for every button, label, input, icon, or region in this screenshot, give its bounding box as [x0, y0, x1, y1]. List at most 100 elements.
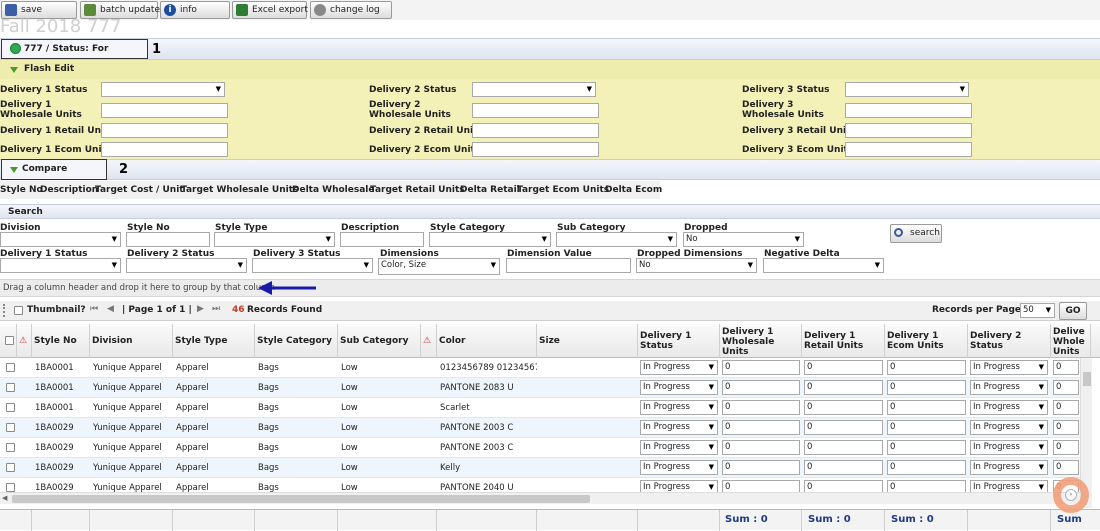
search-d2-status-select[interactable]: [126, 258, 247, 273]
cell-d2-status-select[interactable]: In Progress: [970, 440, 1048, 455]
color-alert-col[interactable]: ⚠: [421, 324, 437, 358]
search-style-type-select[interactable]: [214, 232, 335, 247]
status-header[interactable]: 777 / Status: For Review: [1, 39, 148, 72]
cell-d2-status-select[interactable]: In Progress: [970, 420, 1048, 435]
records-per-page-select[interactable]: 50: [1020, 303, 1055, 318]
cell-d1-status-select[interactable]: In Progress: [640, 360, 718, 375]
compare-col[interactable]: Style No: [0, 181, 43, 199]
cell-d1-wholesale-input[interactable]: 0: [722, 400, 800, 415]
horizontal-scrollbar[interactable]: ◀: [0, 492, 1080, 504]
cell-d2-wholesale-input[interactable]: 0: [1053, 360, 1079, 375]
col-d1-retail[interactable]: Delivery 1 Retail Units: [802, 324, 885, 358]
flash-d1-status-select[interactable]: [101, 82, 225, 97]
cell-d1-retail-input[interactable]: 0: [804, 420, 883, 435]
col-d2-wholesale[interactable]: Delive Whole Units: [1051, 324, 1091, 358]
compare-col[interactable]: Target Cost / Unit: [95, 181, 184, 199]
flash-d1-ecom-input[interactable]: [101, 142, 228, 157]
cell-d1-ecom-input[interactable]: 0: [887, 400, 966, 415]
select-all-checkbox[interactable]: [5, 336, 14, 345]
flash-d3-wholesale-input[interactable]: [845, 103, 972, 118]
cell-d1-retail-input[interactable]: 0: [804, 400, 883, 415]
row-checkbox[interactable]: [6, 363, 15, 372]
cell-d2-status-select[interactable]: In Progress: [970, 400, 1048, 415]
cell-d2-status-select[interactable]: In Progress: [970, 380, 1048, 395]
cell-d2-wholesale-input[interactable]: 0: [1053, 420, 1079, 435]
row-checkbox[interactable]: [6, 403, 15, 412]
flash-d2-ecom-input[interactable]: [472, 142, 599, 157]
cell-d1-ecom-input[interactable]: 0: [887, 440, 966, 455]
table-row[interactable]: 1BA0001 Yunique Apparel Apparel Bags Low Scar…: [0, 398, 1080, 418]
vertical-scroll-thumb[interactable]: [1083, 372, 1091, 386]
col-style-category[interactable]: Style Category: [255, 324, 338, 358]
cell-d1-wholesale-input[interactable]: 0: [722, 360, 800, 375]
table-row[interactable]: 1BA0029 Yunique Apparel Apparel Bags Low Kell…: [0, 458, 1080, 478]
change-log-button[interactable]: change log: [310, 1, 392, 19]
row-checkbox[interactable]: [6, 383, 15, 392]
search-dimension-value-input[interactable]: [506, 258, 631, 273]
cell-d1-ecom-input[interactable]: 0: [887, 420, 966, 435]
flash-d2-retail-input[interactable]: [472, 123, 599, 138]
flash-edit-header[interactable]: Flash Edit: [0, 60, 1100, 79]
cell-d2-status-select[interactable]: In Progress: [970, 360, 1048, 375]
drag-handle-icon[interactable]: [3, 304, 7, 317]
flash-d2-wholesale-input[interactable]: [472, 103, 599, 118]
table-row[interactable]: 1BA0001 Yunique Apparel Apparel Bags Low 0123…: [0, 358, 1080, 378]
info-button[interactable]: i info: [160, 1, 230, 19]
row-checkbox[interactable]: [6, 463, 15, 472]
flash-d3-ecom-input[interactable]: [845, 142, 972, 157]
cell-d2-wholesale-input[interactable]: 0: [1053, 400, 1079, 415]
cell-d2-wholesale-input[interactable]: 0: [1053, 460, 1079, 475]
search-dropped-dimensions-select[interactable]: No: [636, 258, 757, 273]
search-negative-delta-select[interactable]: [763, 258, 884, 273]
cell-d1-retail-input[interactable]: 0: [804, 360, 883, 375]
cell-d2-wholesale-input[interactable]: 0: [1053, 380, 1079, 395]
table-row[interactable]: 1BA0029 Yunique Apparel Apparel Bags Low PANT…: [0, 438, 1080, 458]
cell-d1-ecom-input[interactable]: 0: [887, 460, 966, 475]
excel-export-button[interactable]: Excel export: [232, 1, 308, 19]
flash-d1-wholesale-input[interactable]: [101, 103, 228, 118]
flash-d3-retail-input[interactable]: [845, 123, 972, 138]
group-drop-zone[interactable]: Drag a column header and drop it here to…: [0, 279, 1100, 297]
col-d2-status[interactable]: Delivery 2 Status: [968, 324, 1051, 358]
cell-d2-wholesale-input[interactable]: 0: [1053, 440, 1079, 455]
compare-col[interactable]: Description: [40, 181, 98, 199]
table-row[interactable]: 1BA0029 Yunique Apparel Apparel Bags Low PANT…: [0, 418, 1080, 438]
search-division-select[interactable]: [0, 232, 121, 247]
cell-d2-status-select[interactable]: In Progress: [970, 460, 1048, 475]
row-checkbox[interactable]: [6, 483, 15, 492]
col-sub-category[interactable]: Sub Category: [338, 324, 421, 358]
cell-d1-retail-input[interactable]: 0: [804, 440, 883, 455]
search-d3-status-select[interactable]: [252, 258, 373, 273]
last-page-icon[interactable]: ⏭: [212, 304, 220, 314]
next-page-icon[interactable]: ▶: [197, 304, 204, 314]
table-row[interactable]: 1BA0001 Yunique Apparel Apparel Bags Low PANT…: [0, 378, 1080, 398]
row-checkbox[interactable]: [6, 443, 15, 452]
cell-d1-ecom-input[interactable]: 0: [887, 360, 966, 375]
cell-d1-wholesale-input[interactable]: 0: [722, 420, 800, 435]
col-size[interactable]: Size: [537, 324, 638, 358]
search-style-no-input[interactable]: [126, 232, 210, 247]
col-d1-status[interactable]: Delivery 1 Status: [638, 324, 720, 358]
search-style-category-select[interactable]: [429, 232, 551, 247]
cell-d1-wholesale-input[interactable]: 0: [722, 380, 800, 395]
compare-col[interactable]: Delta Ecom: [605, 181, 662, 199]
search-description-input[interactable]: [340, 232, 424, 247]
cell-d1-status-select[interactable]: In Progress: [640, 380, 718, 395]
cell-d1-status-select[interactable]: In Progress: [640, 400, 718, 415]
horizontal-scroll-thumb[interactable]: [12, 495, 590, 503]
thumbnail-checkbox[interactable]: [14, 306, 23, 315]
compare-col[interactable]: Target Retail Units: [370, 181, 465, 199]
compare-col[interactable]: Target Wholesale Units: [181, 181, 298, 199]
search-header[interactable]: Search: [0, 204, 1100, 219]
search-dimensions-select[interactable]: Color, Size: [378, 258, 500, 275]
search-dropped-select[interactable]: No: [683, 232, 804, 247]
scroll-left-icon[interactable]: ◀: [2, 494, 7, 502]
first-page-icon[interactable]: ⏮: [90, 304, 98, 314]
compare-col[interactable]: Target Ecom Units: [517, 181, 609, 199]
compare-col[interactable]: Delta Wholesale: [292, 181, 375, 199]
search-button[interactable]: search: [890, 224, 942, 243]
col-color[interactable]: Color: [437, 324, 537, 358]
cell-d1-ecom-input[interactable]: 0: [887, 380, 966, 395]
col-style-no[interactable]: Style No: [32, 324, 90, 358]
row-checkbox[interactable]: [6, 423, 15, 432]
